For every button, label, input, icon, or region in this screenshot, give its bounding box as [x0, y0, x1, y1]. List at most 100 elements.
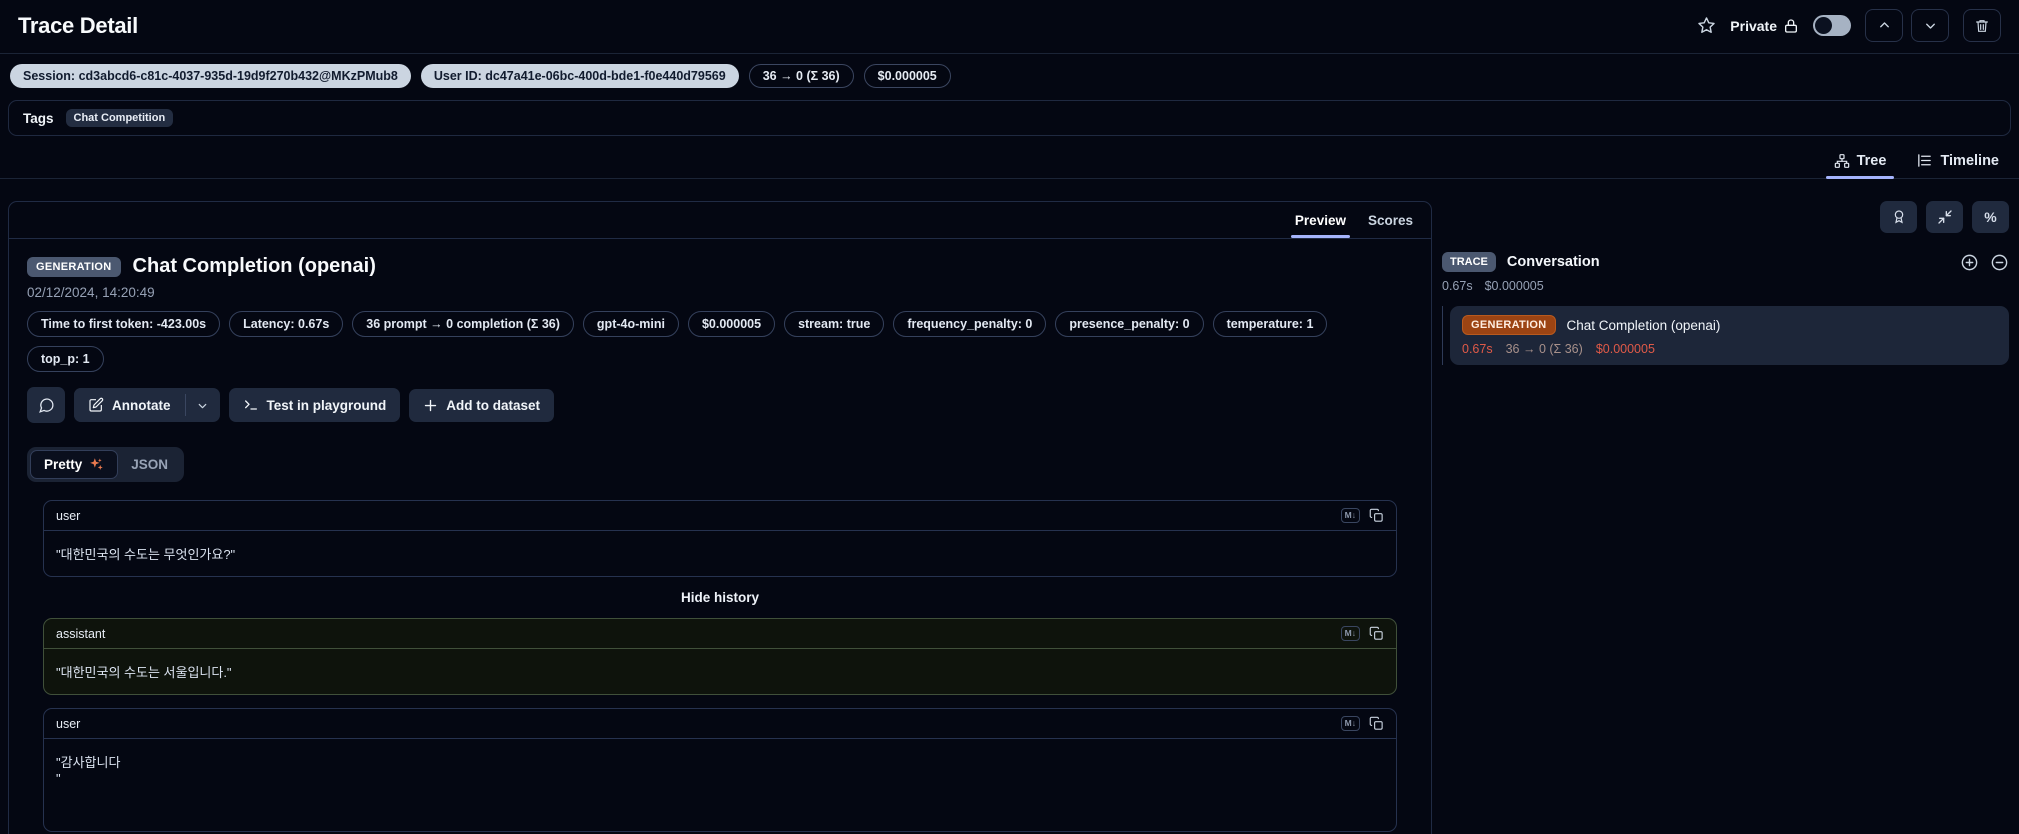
observation-metric-badges: Time to first token: -423.00s Latency: 0… [27, 311, 1413, 372]
message-header: user M↓ [44, 501, 1396, 531]
message-content: "감사합니다 " [56, 755, 121, 786]
metric-badge: 36 prompt → 0 completion (Σ 36) [352, 311, 574, 337]
message-card-user-1: user M↓ "대한민국의 수도는 무엇인가요?" [43, 500, 1397, 577]
copy-icon[interactable] [1369, 626, 1384, 641]
message-header: assistant M↓ [44, 619, 1396, 649]
message-role: user [56, 716, 81, 731]
format-toggle: Pretty JSON [27, 447, 185, 482]
tab-tree-label: Tree [1856, 152, 1887, 169]
node-cost: $0.000005 [1595, 342, 1655, 356]
tab-tree[interactable]: Tree [1825, 146, 1895, 179]
message-role: assistant [56, 626, 106, 641]
prev-trace-button[interactable] [1865, 9, 1903, 42]
node-title-row: GENERATION Chat Completion (openai) [1462, 315, 1997, 335]
copy-icon[interactable] [1369, 716, 1384, 731]
tab-timeline[interactable]: Timeline [1914, 146, 2001, 178]
user-id-badge[interactable]: User ID: dc47a41e-06bc-400d-bde1-f0e440d… [420, 64, 739, 88]
collapse-icon[interactable] [1990, 253, 2009, 272]
terminal-icon [243, 397, 259, 413]
message-role: user [56, 508, 81, 523]
tree-icon [1834, 153, 1850, 169]
expand-all-icon[interactable] [1960, 253, 1979, 272]
test-in-playground-button[interactable]: Test in playground [228, 388, 401, 422]
tree-node-row: GENERATION Chat Completion (openai) 0.67… [1442, 306, 2009, 365]
format-pretty-segment[interactable]: Pretty [30, 450, 119, 479]
trace-metrics: 0.67s $0.000005 [1442, 279, 2009, 293]
message-tools: M↓ [1340, 716, 1384, 731]
message-content: "대한민국의 수도는 서울입니다." [56, 665, 232, 680]
pencil-square-icon [88, 397, 104, 413]
observation-timestamp: 02/12/2024, 14:20:49 [27, 285, 155, 300]
add-to-dataset-button[interactable]: Add to dataset [409, 388, 555, 422]
page-title: Trace Detail [18, 12, 138, 38]
generation-node-selected[interactable]: GENERATION Chat Completion (openai) 0.67… [1450, 306, 2009, 365]
trace-latency: 0.67s [1442, 279, 1473, 293]
tab-preview[interactable]: Preview [1290, 202, 1351, 238]
timeline-icon [1916, 152, 1933, 169]
metric-badge: top_p: 1 [27, 346, 104, 372]
observation-body: GENERATION Chat Completion (openai) 02/1… [9, 239, 1431, 834]
trace-root-row[interactable]: TRACE Conversation [1442, 252, 2009, 272]
hide-history-button[interactable]: Hide history [43, 590, 1397, 605]
node-tokens: 36 → 0 (Σ 36) [1505, 342, 1583, 356]
message-header: user M↓ [44, 709, 1396, 739]
next-trace-button[interactable] [1911, 9, 1949, 42]
metric-badge: temperature: 1 [1212, 311, 1328, 337]
trace-cost: $0.000005 [1484, 279, 1544, 293]
sparkles-icon [89, 457, 104, 472]
node-metrics: 0.67s 36 → 0 (Σ 36) $0.000005 [1462, 342, 1997, 356]
annotate-split-button: Annotate [74, 388, 220, 422]
copy-icon[interactable] [1369, 508, 1384, 523]
privacy-label: Private [1730, 18, 1799, 34]
metric-badge: frequency_penalty: 0 [893, 311, 1047, 337]
add-to-dataset-label: Add to dataset [446, 397, 541, 413]
collapse-all-icon[interactable] [1926, 201, 1963, 233]
node-title: Chat Completion (openai) [1566, 317, 1721, 333]
message-card-user-2: user M↓ "감사합니다 " [43, 708, 1397, 832]
metric-badge: $0.000005 [687, 311, 776, 337]
cost-badge: $0.000005 [863, 64, 951, 88]
observation-card-tabs: Preview Scores [9, 202, 1431, 239]
format-json-segment[interactable]: JSON [118, 451, 181, 478]
message-card-assistant: assistant M↓ "대한민국의 수도는 서울입니다." [43, 618, 1397, 695]
markdown-toggle-icon[interactable]: M↓ [1340, 626, 1360, 641]
comments-button[interactable] [27, 387, 65, 423]
view-tabs: Tree Timeline [0, 146, 2019, 179]
annotate-button[interactable]: Annotate [74, 388, 185, 422]
playground-label: Test in playground [266, 397, 387, 413]
scores-award-icon[interactable] [1880, 201, 1917, 233]
tags-container[interactable]: Tags Chat Competition [8, 100, 2011, 136]
public-toggle[interactable] [1813, 15, 1851, 36]
metric-badge: stream: true [784, 311, 885, 337]
tag-chip[interactable]: Chat Competition [65, 109, 174, 127]
observation-title: Chat Completion (openai) [132, 255, 376, 277]
privacy-text: Private [1730, 17, 1777, 34]
metrics-percent-icon[interactable]: % [1972, 201, 2009, 233]
markdown-toggle-icon[interactable]: M↓ [1340, 716, 1360, 731]
message-content: "대한민국의 수도는 무엇인가요?" [56, 547, 236, 562]
plus-icon [423, 398, 438, 413]
metric-badge: gpt-4o-mini [582, 311, 679, 337]
tree-toolbar: % [1442, 201, 2009, 233]
node-generation-badge: GENERATION [1462, 315, 1556, 335]
session-badge[interactable]: Session: cd3abcd6-c81c-4037-935d-19d9f27… [10, 64, 411, 88]
generation-type-badge: GENERATION [27, 256, 121, 277]
pretty-label: Pretty [44, 457, 83, 472]
annotate-dropdown-button[interactable] [186, 388, 220, 422]
trace-meta-row: Session: cd3abcd6-c81c-4037-935d-19d9f27… [0, 53, 2019, 98]
node-latency: 0.67s [1462, 342, 1493, 356]
trace-tree-panel: % TRACE Conversation 0.67s $0.000005 GEN… [1442, 201, 2011, 365]
metric-badge: presence_penalty: 0 [1055, 311, 1204, 337]
top-bar: Trace Detail Private [0, 0, 2019, 53]
token-usage-badge: 36 → 0 (Σ 36) [748, 64, 854, 88]
tab-timeline-label: Timeline [1940, 152, 1999, 169]
top-bar-actions: Private [1697, 9, 2001, 42]
trace-title: Conversation [1506, 254, 1600, 270]
star-icon[interactable] [1697, 16, 1716, 35]
main-content: Preview Scores GENERATION Chat Completio… [0, 179, 2019, 834]
markdown-toggle-icon[interactable]: M↓ [1340, 508, 1360, 523]
delete-trace-button[interactable] [1963, 9, 2001, 42]
tab-scores[interactable]: Scores [1368, 202, 1413, 238]
observation-actions: Annotate Test in playground Add to datas… [27, 387, 1413, 423]
